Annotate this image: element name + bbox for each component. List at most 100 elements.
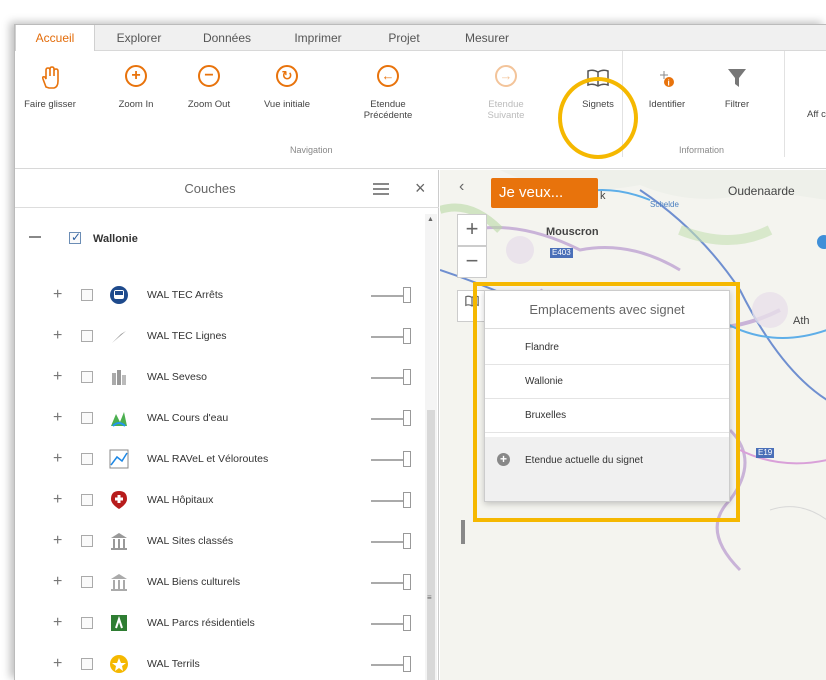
collapse-icon[interactable] xyxy=(29,236,41,238)
opacity-slider-handle[interactable] xyxy=(403,574,411,590)
tab-mesurer[interactable]: Mesurer xyxy=(447,25,527,51)
opacity-slider-handle[interactable] xyxy=(403,533,411,549)
layer-checkbox[interactable] xyxy=(81,617,93,629)
opacity-slider-handle[interactable] xyxy=(403,369,411,385)
layer-row[interactable]: + WAL Biens culturels xyxy=(15,562,425,602)
layer-row[interactable]: + WAL Cours d'eau xyxy=(15,398,425,438)
opacity-slider-handle[interactable] xyxy=(403,287,411,303)
layer-checkbox[interactable] xyxy=(81,453,93,465)
cultural-heritage-icon xyxy=(109,572,129,592)
expand-icon[interactable]: + xyxy=(53,328,62,344)
opacity-slider-handle[interactable] xyxy=(403,656,411,672)
tab-donnees[interactable]: Données xyxy=(187,25,267,51)
layer-row[interactable]: + WAL Terrils xyxy=(15,644,425,680)
layer-name: WAL Parcs résidentiels xyxy=(147,617,255,629)
pan-button-label: Faire glisser xyxy=(24,99,76,110)
opacity-slider-handle[interactable] xyxy=(403,328,411,344)
information-group-label: Information xyxy=(679,145,725,155)
river-icon xyxy=(109,408,129,428)
opacity-slider-handle[interactable] xyxy=(403,615,411,631)
tab-accueil[interactable]: Accueil xyxy=(15,25,95,52)
expand-icon[interactable]: + xyxy=(53,410,62,426)
expand-icon[interactable]: + xyxy=(53,656,62,672)
layer-row[interactable]: + WAL Sites classés xyxy=(15,521,425,561)
pan-button[interactable]: Faire glisser xyxy=(19,59,81,110)
zoom-out-label: Zoom Out xyxy=(187,99,231,110)
layer-row[interactable]: + WAL TEC Arrêts xyxy=(15,275,425,315)
next-extent-label: Etendue Suivante xyxy=(487,99,525,121)
layers-panel-title: Couches xyxy=(184,181,236,196)
layer-name: WAL Cours d'eau xyxy=(147,412,229,424)
layer-checkbox[interactable] xyxy=(81,412,93,424)
expand-icon[interactable]: + xyxy=(53,492,62,508)
initial-view-button[interactable]: ↻ Vue initiale xyxy=(257,59,317,110)
resize-grip-icon[interactable]: ≡ xyxy=(427,593,432,602)
zoom-out-button[interactable]: − Zoom Out xyxy=(183,59,235,110)
map-label: Schelde xyxy=(650,200,679,209)
previous-extent-button[interactable]: ← Etendue Précédente xyxy=(351,59,425,121)
filter-button[interactable]: Filtrer xyxy=(715,59,759,110)
zoom-in-label: Zoom In xyxy=(118,99,154,110)
layer-checkbox[interactable] xyxy=(81,658,93,670)
identify-icon: i xyxy=(654,65,680,91)
zoom-out-icon: − xyxy=(196,65,222,91)
layer-name: WAL Biens culturels xyxy=(147,576,241,588)
layer-checkbox[interactable] xyxy=(81,330,93,342)
opacity-slider-handle[interactable] xyxy=(403,451,411,467)
layer-checkbox[interactable] xyxy=(81,535,93,547)
panel-resize-handle[interactable] xyxy=(461,520,465,544)
zoom-in-button[interactable]: + Zoom In xyxy=(111,59,161,110)
tab-explorer[interactable]: Explorer xyxy=(99,25,179,51)
layer-name: WAL Seveso xyxy=(147,371,207,383)
layer-group-wallonie[interactable]: Wallonie xyxy=(15,226,425,250)
expand-icon[interactable]: + xyxy=(53,369,62,385)
layers-panel-header: Couches × xyxy=(15,170,439,208)
identify-button[interactable]: i Identifier xyxy=(641,59,693,110)
initial-view-label: Vue initiale xyxy=(263,99,311,110)
expand-icon[interactable]: + xyxy=(53,533,62,549)
layer-checkbox[interactable] xyxy=(81,371,93,383)
layer-row[interactable]: + WAL TEC Lignes xyxy=(15,316,425,356)
i-want-to-button[interactable]: Je veux... xyxy=(491,178,598,208)
close-icon[interactable]: × xyxy=(415,178,426,199)
bookmarks-popup-highlight xyxy=(473,282,740,522)
layer-group-label: Wallonie xyxy=(93,233,138,245)
navigation-group-label: Navigation xyxy=(290,145,333,155)
scroll-up-arrow-icon[interactable]: ▲ xyxy=(427,216,434,223)
zoom-in-map-button[interactable]: + xyxy=(457,214,487,246)
layer-name: WAL Hôpitaux xyxy=(147,494,214,506)
layers-panel: Couches × ▲ Wallonie + WAL TEC Arrêts + … xyxy=(15,170,439,680)
zoom-out-map-button[interactable]: − xyxy=(457,246,487,278)
map-label: Oudenaarde xyxy=(728,184,795,198)
wallonie-checkbox[interactable] xyxy=(69,230,81,244)
next-extent-button[interactable]: → Etendue Suivante xyxy=(475,59,537,121)
opacity-slider-handle[interactable] xyxy=(403,492,411,508)
layer-row[interactable]: + WAL RAVeL et Véloroutes xyxy=(15,439,425,479)
map-label: Ath xyxy=(793,315,810,327)
tab-imprimer[interactable]: Imprimer xyxy=(275,25,361,51)
scrollbar-thumb[interactable] xyxy=(427,410,435,680)
map-label: k xyxy=(600,190,606,202)
display-button-label: Aff c xyxy=(807,109,826,120)
layer-checkbox[interactable] xyxy=(81,576,93,588)
road-shield: E19 xyxy=(756,448,775,458)
layer-checkbox[interactable] xyxy=(81,494,93,506)
layer-checkbox[interactable] xyxy=(81,289,93,301)
expand-icon[interactable]: + xyxy=(53,615,62,631)
layer-row[interactable]: + WAL Parcs résidentiels xyxy=(15,603,425,643)
expand-icon[interactable]: + xyxy=(53,287,62,303)
classified-site-icon xyxy=(109,531,129,551)
tab-projet[interactable]: Projet xyxy=(369,25,439,51)
collapse-panel-chevron-icon[interactable]: ‹ xyxy=(459,178,464,196)
identify-label: Identifier xyxy=(648,99,686,110)
opacity-slider-handle[interactable] xyxy=(403,410,411,426)
layer-name: WAL Sites classés xyxy=(147,535,234,547)
display-button-partial[interactable]: Aff c xyxy=(807,109,826,120)
zoom-in-icon: + xyxy=(123,65,149,91)
initial-view-icon: ↻ xyxy=(274,65,300,91)
expand-icon[interactable]: + xyxy=(53,574,62,590)
expand-icon[interactable]: + xyxy=(53,451,62,467)
layer-row[interactable]: + WAL Seveso xyxy=(15,357,425,397)
layer-row[interactable]: + WAL Hôpitaux xyxy=(15,480,425,520)
menu-icon[interactable] xyxy=(373,183,389,195)
